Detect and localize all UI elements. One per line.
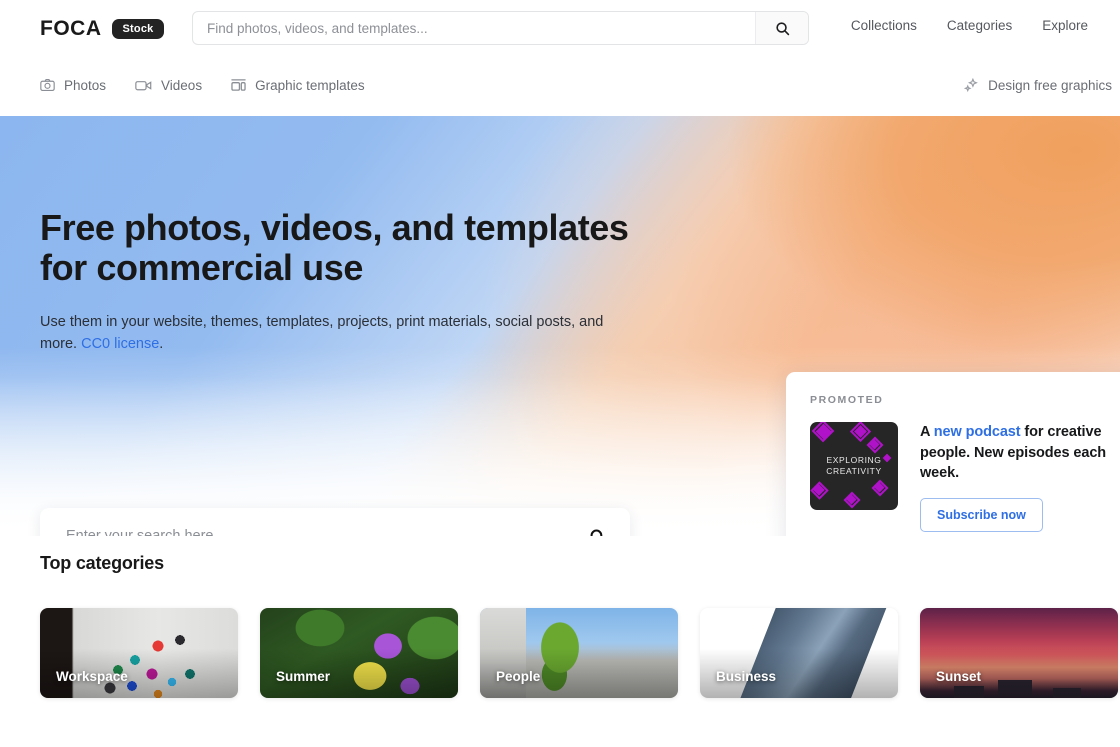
hero-title-line-2: for commercial use — [40, 247, 363, 289]
nav-link-categories[interactable]: Categories — [947, 18, 1012, 33]
promoted-text-prefix: A — [920, 424, 934, 440]
design-free-graphics-button[interactable]: Design free graphics — [964, 77, 1112, 93]
subscribe-now-button[interactable]: Subscribe now — [920, 497, 1043, 532]
video-camera-icon — [135, 79, 152, 92]
category-card-people[interactable]: People — [480, 608, 678, 698]
header-search-input[interactable] — [193, 12, 755, 44]
new-podcast-link[interactable]: new podcast — [934, 424, 1021, 440]
subnav-items: Photos Videos Graphic templates — [40, 78, 365, 93]
design-free-graphics-label: Design free graphics — [988, 77, 1112, 93]
subnav-item-graphic-templates[interactable]: Graphic templates — [231, 78, 365, 93]
sparkle-icon — [964, 77, 979, 93]
promoted-description: A new podcast for creative people. New e… — [920, 422, 1120, 484]
brand-badge: Stock — [111, 18, 165, 39]
subnav-label-graphic-templates: Graphic templates — [255, 77, 365, 93]
sub-navigation: Photos Videos Graphic templates Design f… — [0, 62, 1120, 108]
promoted-label: PROMOTED — [810, 394, 884, 406]
cc0-license-link[interactable]: CC0 license — [81, 336, 159, 352]
hero-search-bar[interactable] — [40, 508, 630, 536]
category-label-sunset: Sunset — [936, 669, 982, 684]
hero-banner: Free photos, videos, and templates for c… — [0, 116, 1120, 536]
promoted-content: EXPLORING CREATIVITY A new podcast for c… — [810, 422, 1120, 532]
category-overlay — [480, 608, 678, 698]
promoted-card: PROMOTED EXPLORING CREATIVITY A new podc… — [786, 372, 1120, 536]
subnav-item-photos[interactable]: Photos — [40, 78, 106, 93]
category-label-people: People — [496, 669, 541, 684]
search-icon — [589, 528, 606, 536]
category-label-business: Business — [716, 669, 777, 684]
podcast-thumbnail[interactable]: EXPLORING CREATIVITY — [810, 422, 898, 510]
subnav-label-photos: Photos — [64, 77, 107, 93]
nav-link-collections[interactable]: Collections — [851, 18, 917, 33]
header-search-bar[interactable] — [192, 11, 809, 45]
category-overlay — [40, 608, 238, 698]
camera-icon — [40, 78, 55, 92]
subnav-label-videos: Videos — [161, 77, 203, 93]
hero-title-line-1: Free photos, videos, and templates — [40, 207, 629, 248]
category-overlay — [700, 608, 898, 698]
header-nav: Collections Categories Explore — [851, 18, 1088, 33]
category-label-summer: Summer — [276, 669, 331, 684]
hero-subtitle: Use them in your website, themes, templa… — [40, 311, 630, 355]
hero-search-input[interactable] — [40, 528, 581, 536]
brand-logo[interactable]: FOCA Stock — [40, 16, 165, 41]
top-header: FOCA Stock Collections Categories Explor… — [0, 0, 1120, 57]
template-layout-icon — [231, 78, 246, 92]
hero-search-button[interactable] — [581, 528, 630, 536]
category-label-workspace: Workspace — [56, 669, 128, 684]
category-card-workspace[interactable]: Workspace — [40, 608, 238, 698]
category-card-business[interactable]: Business — [700, 608, 898, 698]
promoted-text-block: A new podcast for creative people. New e… — [920, 422, 1120, 532]
hero-subtitle-period: . — [159, 335, 164, 352]
category-overlay — [920, 608, 1118, 698]
podcast-thumb-line-2: CREATIVITY — [826, 466, 882, 476]
subnav-item-videos[interactable]: Videos — [135, 78, 202, 93]
header-search-button[interactable] — [755, 12, 808, 44]
hero-title: Free photos, videos, and templates for c… — [40, 207, 640, 289]
nav-link-explore[interactable]: Explore — [1042, 18, 1088, 33]
category-overlay — [260, 608, 458, 698]
hero-text-block: Free photos, videos, and templates for c… — [40, 207, 640, 355]
brand-name: FOCA — [40, 16, 102, 40]
search-icon — [775, 21, 790, 36]
top-categories-title: Top categories — [40, 553, 164, 573]
podcast-thumb-line-1: EXPLORING — [826, 454, 882, 465]
category-card-list: Workspace Summer People Business Sunset — [40, 608, 1118, 698]
podcast-thumbnail-text: EXPLORING CREATIVITY — [826, 455, 881, 478]
stock-photo-homepage: FOCA Stock Collections Categories Explor… — [0, 0, 1120, 747]
category-card-sunset[interactable]: Sunset — [920, 608, 1118, 698]
category-card-summer[interactable]: Summer — [260, 608, 458, 698]
